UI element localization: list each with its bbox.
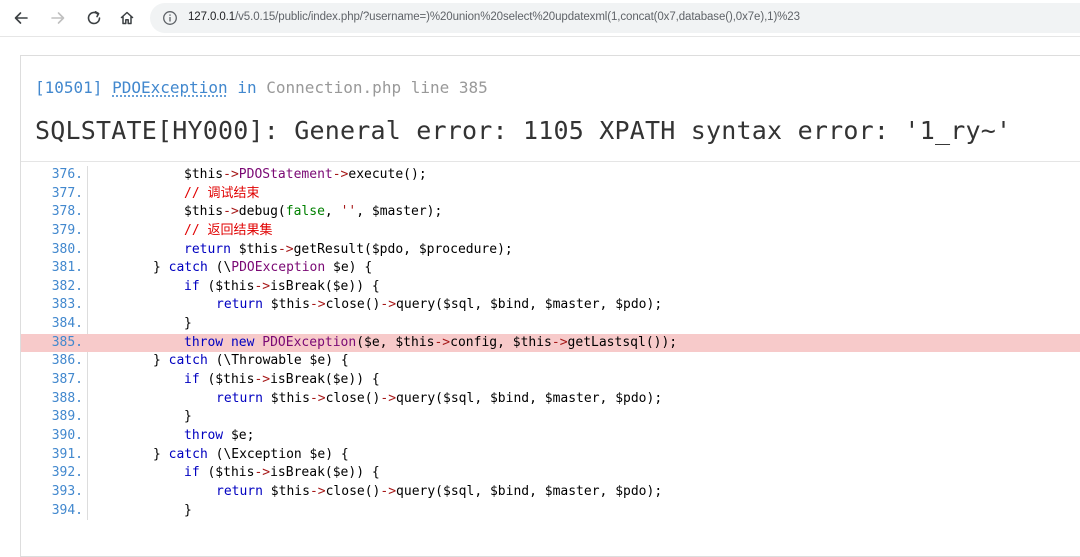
gutter-divider <box>87 371 88 390</box>
code-line: 385. throw new PDOException($e, $this->co… <box>21 334 1080 353</box>
code-text: return $this->getResult($pdo, $procedure… <box>184 241 513 260</box>
code-text: $this->PDOStatement->execute(); <box>184 166 427 185</box>
arrow-right-icon <box>49 9 67 27</box>
code-text: } <box>184 315 192 334</box>
code-line: 379. // 返回结果集 <box>21 222 1080 241</box>
code-line: 377. // 调试结束 <box>21 185 1080 204</box>
code-line: 378. $this->debug(false, '', $master); <box>21 203 1080 222</box>
code-text: } <box>184 502 192 521</box>
address-bar[interactable]: 127.0.0.1/v5.0.15/public/index.php/?user… <box>150 3 1080 33</box>
line-number: 383. <box>21 296 83 315</box>
line-number: 381. <box>21 259 83 278</box>
line-number: 378. <box>21 203 83 222</box>
code-text: throw new PDOException($e, $this->config… <box>184 334 677 353</box>
url-path: /v5.0.15/public/index.php/?username=)%20… <box>235 11 800 23</box>
line-number: 380. <box>21 241 83 260</box>
gutter-divider <box>87 427 88 446</box>
code-line: 392. if ($this->isBreak($e)) { <box>21 464 1080 483</box>
code-line: 389.} <box>21 408 1080 427</box>
code-text: throw $e; <box>184 427 254 446</box>
code-line: 387. if ($this->isBreak($e)) { <box>21 371 1080 390</box>
exception-panel: [10501] PDOException in Connection.php l… <box>20 55 1080 557</box>
gutter-divider <box>87 222 88 241</box>
line-number: 385. <box>21 334 83 353</box>
gutter-divider <box>87 185 88 204</box>
code-text: if ($this->isBreak($e)) { <box>184 278 380 297</box>
gutter-divider <box>87 446 88 465</box>
code-line: 394.} <box>21 502 1080 521</box>
reload-icon <box>85 9 103 27</box>
line-number: 391. <box>21 446 83 465</box>
gutter-divider <box>87 315 88 334</box>
gutter-divider <box>87 203 88 222</box>
code-line: 381. } catch (\PDOException $e) { <box>21 259 1080 278</box>
code-text: } catch (\Exception $e) { <box>153 446 349 465</box>
reload-button[interactable] <box>82 7 106 29</box>
divider <box>21 161 1080 162</box>
home-button[interactable] <box>115 7 139 29</box>
line-number: 393. <box>21 483 83 502</box>
back-button[interactable] <box>9 7 33 29</box>
exception-message: SQLSTATE[HY000]: General error: 1105 XPA… <box>35 116 1011 145</box>
line-number: 376. <box>21 166 83 185</box>
code-line: 384.} <box>21 315 1080 334</box>
gutter-divider <box>87 259 88 278</box>
info-icon[interactable] <box>162 10 178 26</box>
line-number: 377. <box>21 185 83 204</box>
line-number: 387. <box>21 371 83 390</box>
gutter-divider <box>87 483 88 502</box>
line-number: 382. <box>21 278 83 297</box>
code-text: if ($this->isBreak($e)) { <box>184 371 380 390</box>
exception-heading: [10501] PDOException in Connection.php l… <box>35 78 488 97</box>
line-number: 392. <box>21 464 83 483</box>
gutter-divider <box>87 464 88 483</box>
url-host: 127.0.0.1 <box>188 11 235 23</box>
code-line: 380. return $this->getResult($pdo, $proce… <box>21 241 1080 260</box>
code-text: } catch (\PDOException $e) { <box>153 259 372 278</box>
gutter-divider <box>87 334 88 353</box>
code-text: } catch (\Throwable $e) { <box>153 352 349 371</box>
exception-file: Connection.php line 385 <box>266 78 488 97</box>
line-number: 390. <box>21 427 83 446</box>
in-word: in <box>237 78 256 97</box>
code-text: if ($this->isBreak($e)) { <box>184 464 380 483</box>
exception-class-link[interactable]: PDOException <box>112 78 228 97</box>
line-number: 394. <box>21 502 83 521</box>
code-text: } <box>184 408 192 427</box>
code-line: 376. $this->PDOStatement->execute(); <box>21 166 1080 185</box>
line-number: 384. <box>21 315 83 334</box>
code-text: return $this->close()->query($sql, $bind… <box>216 296 662 315</box>
gutter-divider <box>87 502 88 521</box>
gutter-divider <box>87 390 88 409</box>
source-listing: 376. $this->PDOStatement->execute(); 377. /… <box>21 166 1080 520</box>
code-line: 382. if ($this->isBreak($e)) { <box>21 278 1080 297</box>
line-number: 386. <box>21 352 83 371</box>
code-text: return $this->close()->query($sql, $bind… <box>216 390 662 409</box>
gutter-divider <box>87 241 88 260</box>
error-code: [10501] <box>35 78 102 97</box>
code-line: 383. return $this->close()->query($sql, $… <box>21 296 1080 315</box>
browser-toolbar: 127.0.0.1/v5.0.15/public/index.php/?user… <box>0 0 1080 37</box>
home-icon <box>118 9 136 27</box>
code-line: 388. return $this->close()->query($sql, $… <box>21 390 1080 409</box>
line-number: 389. <box>21 408 83 427</box>
code-text: return $this->close()->query($sql, $bind… <box>216 483 662 502</box>
gutter-divider <box>87 278 88 297</box>
arrow-left-icon <box>12 9 30 27</box>
code-text: $this->debug(false, '', $master); <box>184 203 442 222</box>
line-number: 379. <box>21 222 83 241</box>
gutter-divider <box>87 166 88 185</box>
code-line: 391. } catch (\Exception $e) { <box>21 446 1080 465</box>
code-text: // 返回结果集 <box>184 222 272 241</box>
gutter-divider <box>87 296 88 315</box>
gutter-divider <box>87 352 88 371</box>
line-number: 388. <box>21 390 83 409</box>
gutter-divider <box>87 408 88 427</box>
code-text: // 调试结束 <box>184 185 259 204</box>
url-text[interactable]: 127.0.0.1/v5.0.15/public/index.php/?user… <box>188 11 800 23</box>
forward-button[interactable] <box>46 7 70 29</box>
code-line: 393. return $this->close()->query($sql, $… <box>21 483 1080 502</box>
code-line: 386. } catch (\Throwable $e) { <box>21 352 1080 371</box>
code-line: 390. throw $e; <box>21 427 1080 446</box>
